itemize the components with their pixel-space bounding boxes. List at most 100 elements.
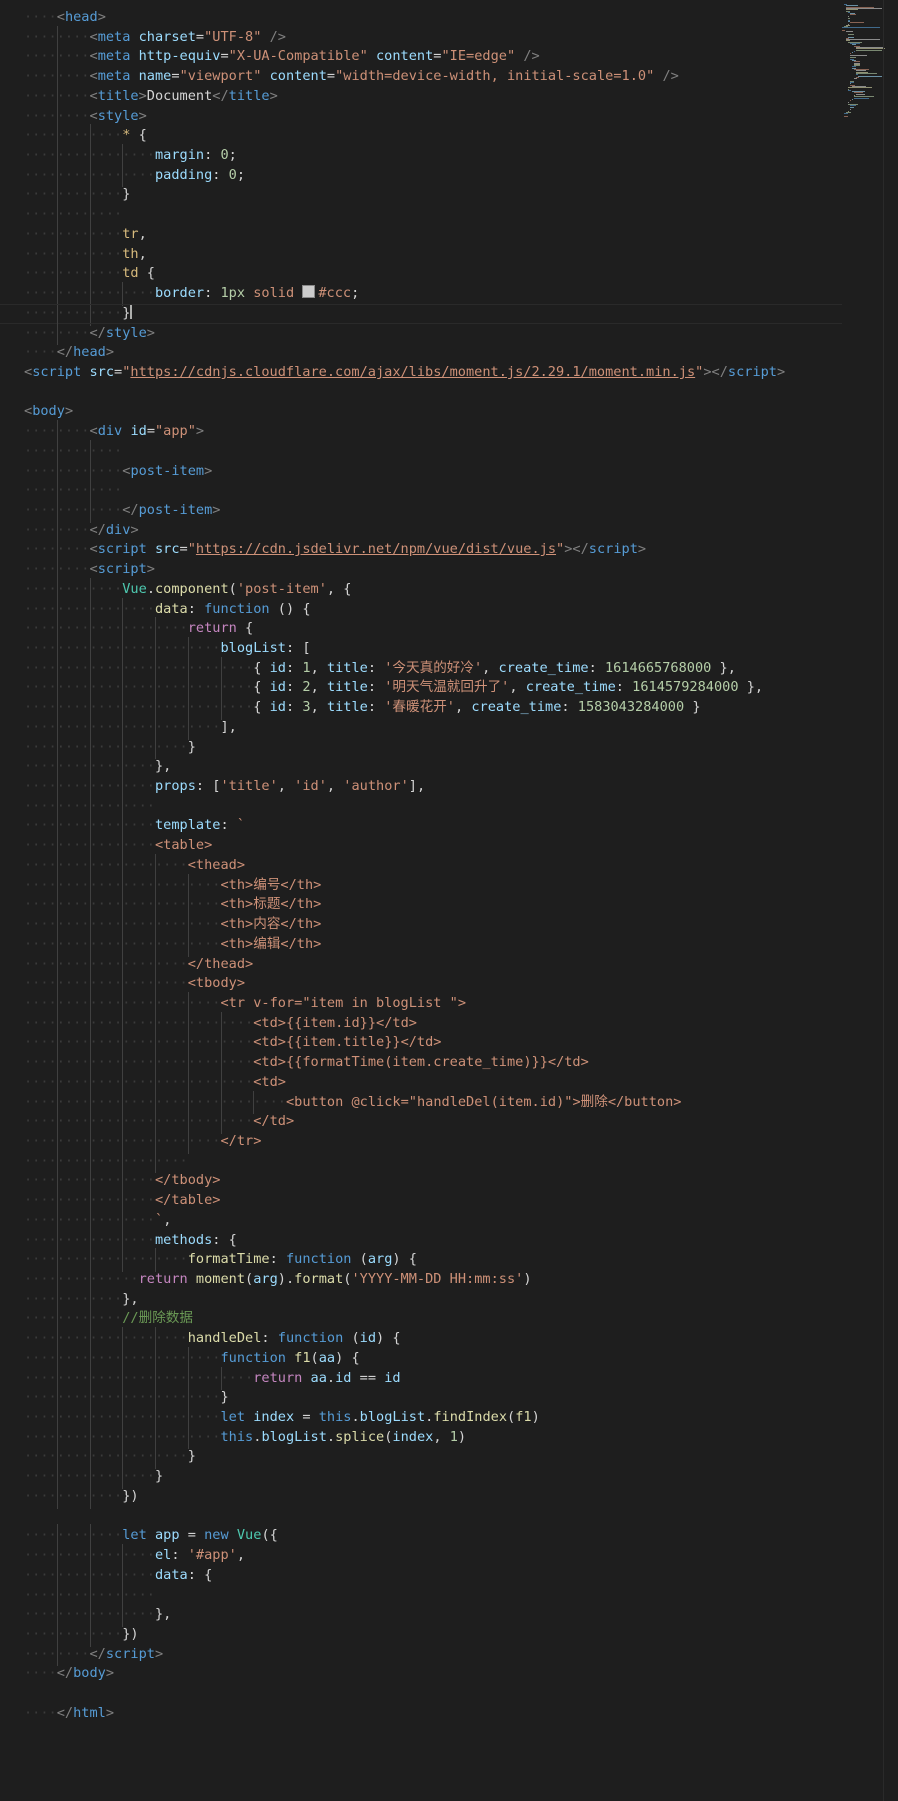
code-line[interactable]: ················},: [0, 1603, 785, 1627]
code-line[interactable]: ························}: [0, 1386, 785, 1410]
code-line[interactable]: ················</table>: [0, 1189, 785, 1213]
code-line[interactable]: ············th,: [0, 242, 785, 267]
indent-whitespace: ····: [56, 715, 90, 740]
code-token: ,: [482, 659, 499, 676]
code-line[interactable]: ········<meta charset="UTF-8" />: [0, 25, 785, 50]
code-token: #ccc: [318, 285, 352, 302]
code-line[interactable]: ········<title>Document</title>: [0, 84, 785, 109]
code-line[interactable]: ····························<td>{{item.t…: [0, 1031, 785, 1055]
code-line[interactable]: <script src="https://cdnjs.cloudflare.co…: [0, 363, 785, 383]
code-line[interactable]: <body>: [0, 402, 785, 422]
code-line[interactable]: ····························</td>: [0, 1110, 785, 1134]
code-line[interactable]: ········</script>: [0, 1642, 785, 1667]
code-line[interactable]: ············</post-item>: [0, 498, 785, 523]
code-line[interactable]: ············}): [0, 1484, 785, 1509]
code-line[interactable]: ························let index = this…: [0, 1406, 785, 1430]
indent-whitespace: ····: [89, 834, 122, 858]
code-line[interactable]: ············: [0, 203, 785, 227]
code-token: ],: [408, 778, 426, 795]
code-line[interactable]: ············<post-item>: [0, 459, 785, 483]
indent-whitespace: ····: [89, 203, 122, 227]
code-line[interactable]: ········<style>: [0, 104, 785, 129]
code-token: (: [351, 1251, 368, 1268]
code-line[interactable]: ····························{ id: 3, tit…: [0, 696, 785, 720]
code-line[interactable]: ····························<td>{{format…: [0, 1051, 785, 1075]
code-line[interactable]: ····</head>: [0, 343, 785, 363]
code-line[interactable]: ········<meta http-equiv="X-UA-Compatibl…: [0, 45, 785, 69]
indent-whitespace: ····: [89, 124, 122, 148]
code-line[interactable]: ················methods: {: [0, 1228, 785, 1252]
code-line[interactable]: ················},: [0, 755, 785, 779]
code-line[interactable]: ················data: function () {: [0, 597, 785, 621]
code-line[interactable]: [0, 383, 785, 403]
code-line[interactable]: ····························{ id: 2, tit…: [0, 676, 785, 700]
code-line[interactable]: ················`,: [0, 1208, 785, 1233]
code-line[interactable]: ············td {: [0, 262, 785, 286]
code-line[interactable]: ············}: [0, 301, 843, 326]
code-line[interactable]: ········<script src="https://cdn.jsdeliv…: [0, 538, 785, 562]
code-line[interactable]: ················template: `: [0, 814, 785, 838]
code-line[interactable]: [0, 1507, 785, 1527]
code-line[interactable]: ········<div id="app">: [0, 420, 785, 444]
code-line[interactable]: [0, 1684, 785, 1704]
code-line[interactable]: ················</tbody>: [0, 1169, 785, 1193]
code-line[interactable]: ········<script>: [0, 558, 785, 582]
code-line[interactable]: ····························<td>: [0, 1070, 785, 1095]
code-line[interactable]: ····················}: [0, 1445, 785, 1469]
code-line[interactable]: ············//删除数据: [0, 1307, 785, 1331]
code-line[interactable]: ····················<thead>: [0, 853, 785, 878]
code-editor[interactable]: ····<head> ········<meta charset="UTF-8" …: [0, 0, 898, 1801]
code-line[interactable]: ················props: ['title', 'id', '…: [0, 775, 785, 799]
code-line[interactable]: ············Vue.component('post-item', {: [0, 577, 785, 602]
code-line[interactable]: ····················formatTime: function…: [0, 1248, 785, 1272]
code-line[interactable]: ················: [0, 794, 785, 819]
code-line[interactable]: ····················return {: [0, 617, 785, 641]
code-line[interactable]: ························<tr v-for="item …: [0, 991, 785, 1016]
code-line[interactable]: ····</html>: [0, 1704, 785, 1724]
code-line[interactable]: ········</div>: [0, 518, 785, 543]
code-line[interactable]: ····<head>: [0, 8, 785, 28]
code-line[interactable]: ················el: '#app',: [0, 1544, 785, 1568]
code-line[interactable]: ························blogList: [: [0, 637, 785, 661]
code-line[interactable]: ············}): [0, 1622, 785, 1647]
code-line[interactable]: ················margin: 0;: [0, 144, 785, 168]
code-line[interactable]: ························<th>内容</th>: [0, 913, 785, 937]
code-line[interactable]: ························<th>编辑</th>: [0, 932, 785, 957]
code-line[interactable]: ················: [0, 1583, 785, 1607]
code-line[interactable]: ··············return moment(arg).format(…: [0, 1268, 785, 1292]
code-line[interactable]: ····················: [0, 1149, 785, 1174]
code-line[interactable]: ····················handleDel: function …: [0, 1327, 785, 1351]
code-line[interactable]: ············* {: [0, 124, 785, 148]
code-line[interactable]: ············tr,: [0, 222, 785, 247]
code-line[interactable]: ················padding: 0;: [0, 163, 785, 188]
indent-whitespace: ····: [56, 932, 90, 957]
code-line[interactable]: ········<meta name="viewport" content="w…: [0, 65, 785, 89]
code-line[interactable]: ················<table>: [0, 834, 785, 858]
code-line[interactable]: ····</body>: [0, 1664, 785, 1684]
code-line[interactable]: ················}: [0, 1465, 785, 1489]
code-line[interactable]: ············: [0, 439, 785, 464]
code-line[interactable]: ························function f1(aa) …: [0, 1346, 785, 1371]
code-line[interactable]: ························<th>编号</th>: [0, 873, 785, 898]
code-line[interactable]: ························</tr>: [0, 1129, 785, 1154]
code-line[interactable]: ························this.blogList.sp…: [0, 1425, 785, 1450]
code-line[interactable]: ························<th>标题</th>: [0, 893, 785, 917]
code-line[interactable]: ························],: [0, 715, 785, 740]
code-line[interactable]: ····························{ id: 1, tit…: [0, 656, 785, 681]
code-line[interactable]: ····························<td>{{item.i…: [0, 1011, 785, 1036]
code-line[interactable]: ····························return aa.id…: [0, 1366, 785, 1391]
code-line[interactable]: ········</style>: [0, 321, 785, 345]
code-line[interactable]: ············let app = new Vue({: [0, 1524, 785, 1548]
code-line[interactable]: ················border: 1px solid #ccc;: [0, 282, 785, 306]
vertical-scrollbar[interactable]: [883, 0, 898, 1801]
code-line[interactable]: ················data: {: [0, 1563, 785, 1588]
code-line[interactable]: ············: [0, 479, 785, 503]
code-line[interactable]: ····················</thead>: [0, 952, 785, 976]
code-line[interactable]: ····················<tbody>: [0, 972, 785, 996]
code-lines[interactable]: ····<head> ········<meta charset="UTF-8" …: [0, 8, 843, 1724]
code-line[interactable]: ····················}: [0, 735, 785, 760]
code-line[interactable]: ············}: [0, 183, 785, 207]
code-line[interactable]: ············},: [0, 1287, 785, 1312]
code-line[interactable]: ································<button …: [0, 1090, 785, 1114]
code-token: id: [269, 699, 286, 716]
